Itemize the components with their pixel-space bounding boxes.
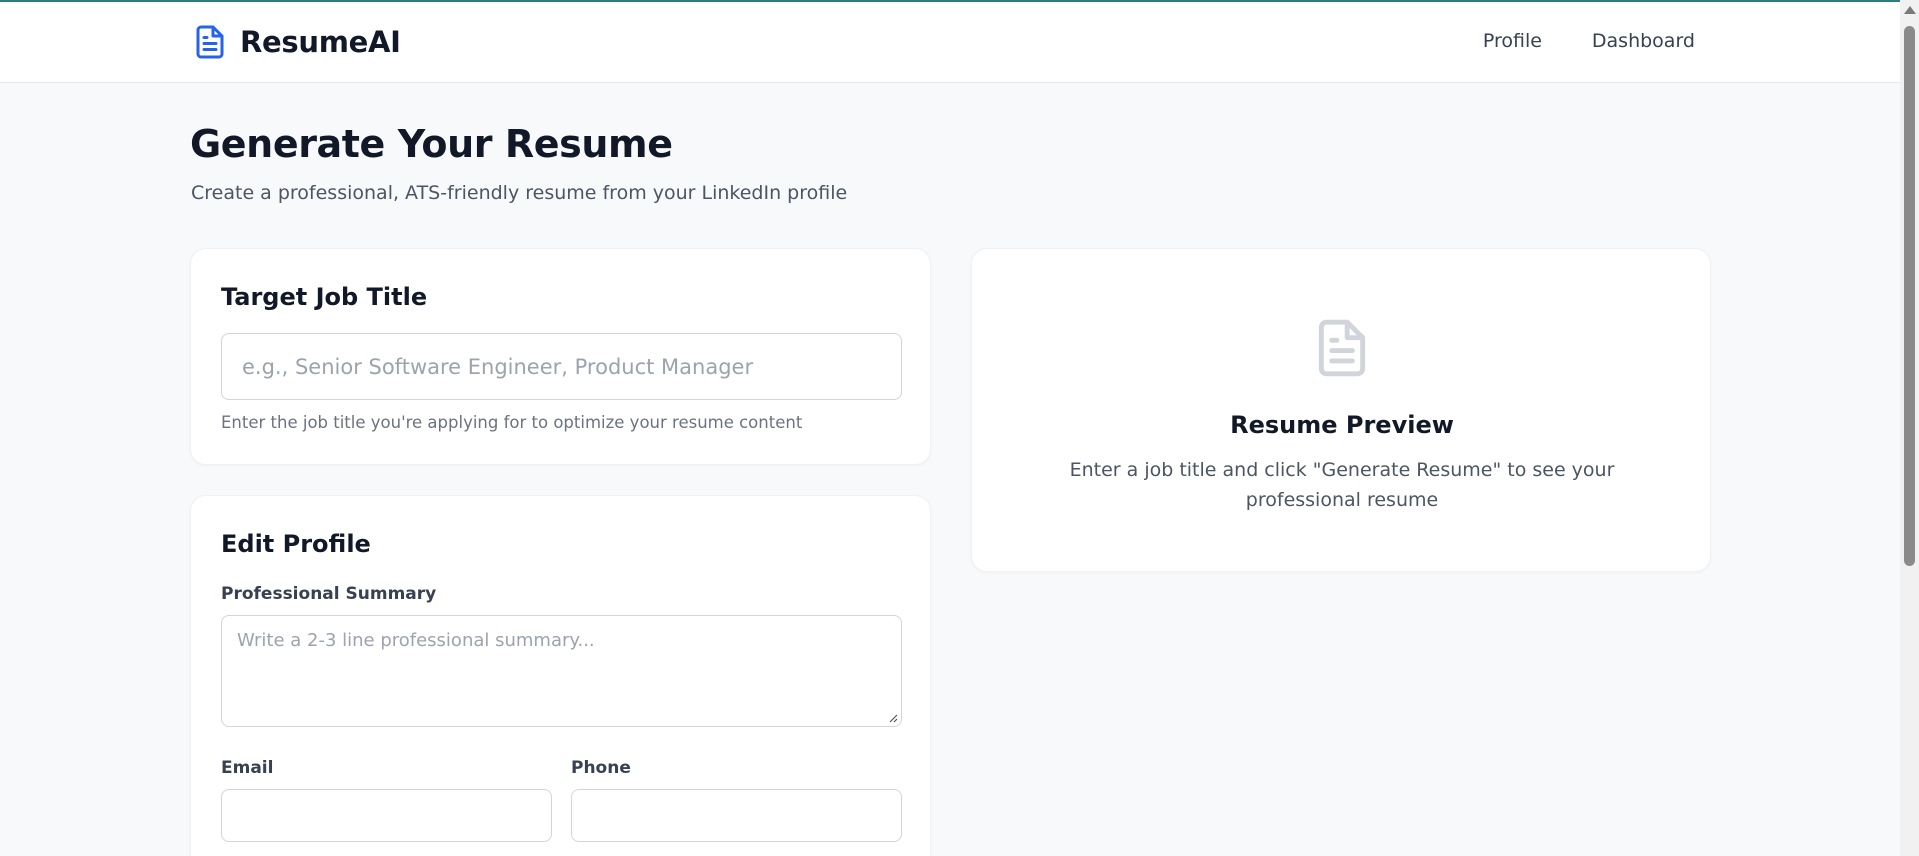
scroll-up-arrow-icon[interactable] bbox=[1904, 6, 1916, 14]
phone-field[interactable] bbox=[571, 789, 902, 842]
document-icon bbox=[1318, 319, 1366, 377]
page-subtitle: Create a professional, ATS-friendly resu… bbox=[191, 182, 848, 204]
brand[interactable]: ResumeAI bbox=[192, 22, 401, 62]
page-scrollbar[interactable] bbox=[1900, 0, 1919, 856]
summary-textarea[interactable] bbox=[221, 615, 902, 727]
resume-preview-description: Enter a job title and click "Generate Re… bbox=[1069, 459, 1615, 511]
scrollbar-thumb[interactable] bbox=[1904, 26, 1915, 566]
email-label: Email bbox=[221, 758, 274, 778]
resume-preview-card: Resume Preview Enter a job title and cli… bbox=[971, 248, 1711, 572]
email-field[interactable] bbox=[221, 789, 552, 842]
phone-label: Phone bbox=[571, 758, 631, 778]
target-job-card: Target Job Title Enter the job title you… bbox=[190, 248, 931, 465]
resume-preview-title: Resume Preview bbox=[1230, 411, 1454, 439]
document-icon bbox=[196, 25, 224, 59]
job-title-input[interactable] bbox=[221, 333, 902, 400]
nav-link-profile[interactable]: Profile bbox=[1483, 30, 1542, 52]
resize-grip-icon[interactable] bbox=[888, 713, 898, 723]
brand-name: ResumeAI bbox=[240, 25, 401, 59]
page-title: Generate Your Resume bbox=[190, 122, 673, 166]
edit-profile-heading: Edit Profile bbox=[221, 530, 371, 558]
summary-label: Professional Summary bbox=[221, 584, 437, 604]
edit-profile-card: Edit Profile Professional Summary Email … bbox=[190, 495, 931, 856]
job-title-helper: Enter the job title you're applying for … bbox=[221, 413, 803, 432]
nav-link-dashboard[interactable]: Dashboard bbox=[1592, 30, 1695, 52]
target-job-title-heading: Target Job Title bbox=[221, 283, 428, 311]
nav-links: Profile Dashboard bbox=[1483, 30, 1695, 52]
navbar: ResumeAI Profile Dashboard bbox=[0, 2, 1900, 83]
